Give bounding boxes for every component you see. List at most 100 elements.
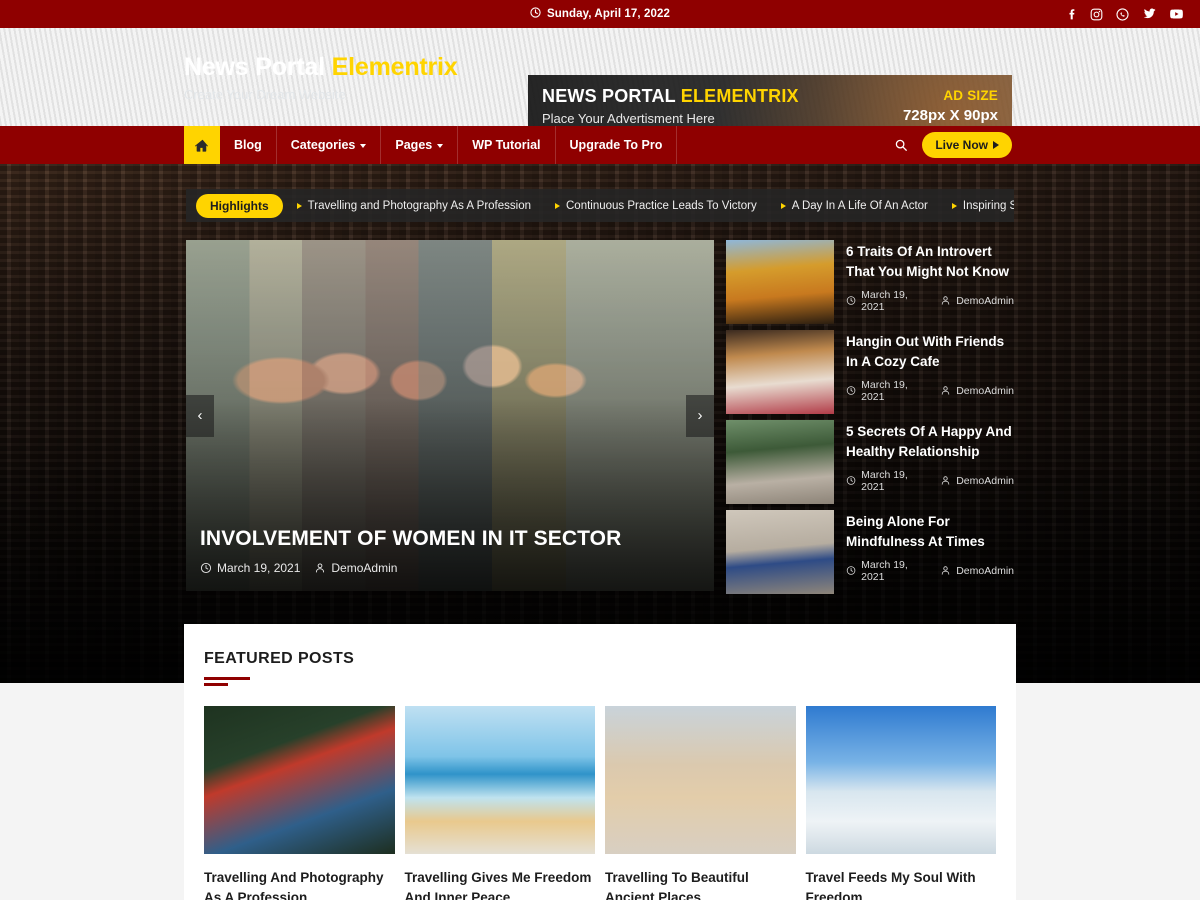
home-icon bbox=[194, 138, 210, 153]
bullet-triangle-icon bbox=[951, 202, 957, 209]
live-now-button[interactable]: Live Now bbox=[922, 132, 1012, 158]
featured-card-image bbox=[404, 706, 595, 854]
featured-card-title[interactable]: Travelling To Beautiful Ancient Places bbox=[605, 868, 796, 900]
hero-slider[interactable]: ‹ › INVOLVEMENT OF WOMEN IN IT SECTOR Ma… bbox=[186, 240, 714, 591]
post-thumbnail bbox=[726, 330, 834, 414]
chevron-right-icon: › bbox=[697, 407, 703, 424]
twitter-icon[interactable] bbox=[1142, 8, 1156, 20]
post-body: Being Alone For Mindfulness At Times Mar… bbox=[846, 510, 1014, 583]
site-title-accent: Elementrix bbox=[331, 52, 458, 81]
nav-item-wp-tutorial[interactable]: WP Tutorial bbox=[458, 126, 556, 164]
post-body: 6 Traits Of An Introvert That You Might … bbox=[846, 240, 1014, 313]
search-icon[interactable] bbox=[894, 138, 908, 152]
list-item[interactable]: 6 Traits Of An Introvert That You Might … bbox=[726, 240, 1014, 324]
highlight-label: Continuous Practice Leads To Victory bbox=[566, 199, 757, 212]
post-date: March 19, 2021 bbox=[846, 469, 928, 493]
post-meta: March 19, 2021 DemoAdmin bbox=[846, 289, 1014, 313]
nav-items: Blog Categories Pages WP Tutorial Upgrad… bbox=[184, 126, 678, 164]
highlight-item[interactable]: A Day In A Life Of An Actor bbox=[767, 200, 938, 212]
post-date: March 19, 2021 bbox=[846, 559, 928, 583]
featured-grid: Travelling And Photography As A Professi… bbox=[184, 686, 1016, 900]
highlight-item[interactable]: Continuous Practice Leads To Victory bbox=[541, 200, 767, 212]
post-date: March 19, 2021 bbox=[200, 561, 300, 575]
slider-post-title[interactable]: INVOLVEMENT OF WOMEN IN IT SECTOR bbox=[200, 527, 700, 551]
post-author-text: DemoAdmin bbox=[956, 294, 1014, 307]
ad-banner[interactable]: NEWS PORTAL ELEMENTRIX Place Your Advert… bbox=[528, 75, 1012, 126]
nav-label: Pages bbox=[395, 138, 433, 152]
nav-item-pages[interactable]: Pages bbox=[381, 126, 459, 164]
nav-item-blog[interactable]: Blog bbox=[220, 126, 277, 164]
featured-slider-row: ‹ › INVOLVEMENT OF WOMEN IN IT SECTOR Ma… bbox=[186, 240, 1014, 594]
post-title[interactable]: 6 Traits Of An Introvert That You Might … bbox=[846, 242, 1014, 283]
top-bar: Sunday, April 17, 2022 bbox=[0, 0, 1200, 28]
post-author-text: DemoAdmin bbox=[331, 561, 398, 575]
post-date: March 19, 2021 bbox=[846, 289, 928, 313]
post-meta: March 19, 2021 DemoAdmin bbox=[846, 559, 1014, 583]
featured-posts-section: FEATURED POSTS Travelling And Photograph… bbox=[184, 624, 1016, 900]
featured-card-image bbox=[204, 706, 395, 854]
post-date-text: March 19, 2021 bbox=[861, 378, 908, 403]
list-item[interactable]: Hangin Out With Friends In A Cozy Cafe M… bbox=[726, 330, 1014, 414]
featured-card-title[interactable]: Travelling And Photography As A Professi… bbox=[204, 868, 395, 900]
highlights-list: Travelling and Photography As A Professi… bbox=[283, 200, 1014, 212]
date-text: Sunday, April 17, 2022 bbox=[546, 8, 670, 20]
post-author: DemoAdmin bbox=[940, 475, 1014, 487]
nav-item-upgrade-to-pro[interactable]: Upgrade To Pro bbox=[556, 126, 678, 164]
bullet-triangle-icon bbox=[780, 202, 786, 209]
post-date-text: March 19, 2021 bbox=[217, 561, 301, 575]
nav-item-categories[interactable]: Categories bbox=[277, 126, 382, 164]
site-title-main: News Portal bbox=[184, 52, 332, 81]
bullet-triangle-icon bbox=[555, 202, 560, 209]
live-now-label: Live Now bbox=[935, 138, 988, 152]
slider-prev-button[interactable]: ‹ bbox=[186, 394, 214, 437]
facebook-icon[interactable] bbox=[1066, 8, 1077, 21]
whatsapp-icon[interactable] bbox=[1116, 7, 1129, 21]
nav-label: Categories bbox=[290, 138, 356, 152]
featured-card[interactable]: Travelling Gives Me Freedom And Inner Pe… bbox=[404, 706, 596, 900]
nav-label: Upgrade To Pro bbox=[569, 138, 663, 152]
ad-size-info: AD SIZE 728px X 90px bbox=[903, 88, 998, 124]
slider-next-button[interactable]: › bbox=[686, 394, 714, 437]
post-title[interactable]: Being Alone For Mindfulness At Times bbox=[846, 512, 1014, 553]
post-author: DemoAdmin bbox=[940, 565, 1014, 577]
main-navigation: Blog Categories Pages WP Tutorial Upgrad… bbox=[0, 126, 1200, 164]
highlight-item[interactable]: Travelling and Photography As A Professi… bbox=[283, 200, 541, 212]
post-date-text: March 19, 2021 bbox=[861, 468, 908, 493]
post-meta: March 19, 2021 DemoAdmin bbox=[846, 379, 1014, 403]
slider-caption: INVOLVEMENT OF WOMEN IN IT SECTOR March … bbox=[200, 527, 700, 575]
highlights-badge[interactable]: Highlights bbox=[196, 193, 283, 218]
post-title[interactable]: 5 Secrets Of A Happy And Healthy Relatio… bbox=[846, 422, 1014, 463]
post-author: DemoAdmin bbox=[940, 295, 1014, 307]
site-header: News Portal Elementrix Create Your Dream… bbox=[0, 28, 1200, 126]
youtube-icon[interactable] bbox=[1169, 8, 1184, 20]
ad-size-value: 728px X 90px bbox=[902, 106, 998, 124]
post-thumbnail bbox=[726, 240, 834, 324]
section-underline-long bbox=[204, 677, 250, 680]
list-item[interactable]: 5 Secrets Of A Happy And Healthy Relatio… bbox=[726, 420, 1014, 504]
nav-actions: Live Now bbox=[894, 126, 1012, 164]
nav-label: Blog bbox=[234, 138, 262, 152]
social-links bbox=[1066, 0, 1184, 28]
post-date: March 19, 2021 bbox=[846, 379, 928, 403]
featured-card-title[interactable]: Travelling Gives Me Freedom And Inner Pe… bbox=[405, 868, 596, 900]
chevron-down-icon bbox=[360, 144, 367, 148]
highlight-label: Inspiring Stories Of Women Led Businesse… bbox=[962, 199, 1014, 212]
featured-card[interactable]: Travelling To Beautiful Ancient Places M… bbox=[605, 706, 796, 900]
post-thumbnail bbox=[726, 420, 834, 504]
clock-icon bbox=[530, 7, 541, 21]
nav-home-button[interactable] bbox=[184, 126, 220, 164]
post-author-text: DemoAdmin bbox=[956, 564, 1014, 577]
featured-card[interactable]: Travelling And Photography As A Professi… bbox=[204, 706, 395, 900]
highlight-item[interactable]: Inspiring Stories Of Women Led Businesse… bbox=[938, 200, 1014, 212]
featured-card-title[interactable]: Travel Feeds My Soul With Freedom bbox=[806, 868, 997, 900]
list-item[interactable]: Being Alone For Mindfulness At Times Mar… bbox=[726, 510, 1014, 594]
site-branding[interactable]: News Portal Elementrix Create Your Dream… bbox=[184, 53, 458, 102]
featured-card[interactable]: Travel Feeds My Soul With Freedom March … bbox=[805, 706, 997, 900]
instagram-icon[interactable] bbox=[1090, 8, 1103, 21]
site-tagline: Create Your Dream Website bbox=[184, 86, 346, 102]
ad-title-accent: ELEMENTRIX bbox=[680, 85, 799, 106]
highlights-ticker: Highlights Travelling and Photography As… bbox=[186, 189, 1014, 222]
post-title[interactable]: Hangin Out With Friends In A Cozy Cafe bbox=[846, 332, 1014, 373]
featured-card-image bbox=[605, 706, 796, 854]
post-thumbnail bbox=[726, 510, 834, 594]
